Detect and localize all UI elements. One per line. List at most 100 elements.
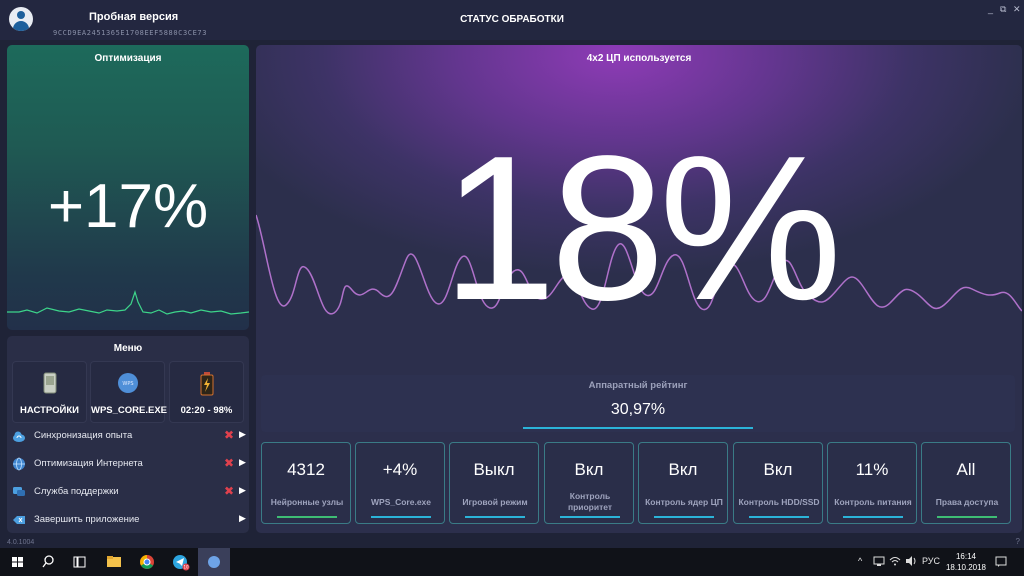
page-title: СТАТУС ОБРАБОТКИ — [460, 14, 564, 25]
battery-icon — [200, 372, 213, 396]
card-value: All — [956, 460, 976, 479]
menu-item-support-label: Служба поддержки — [34, 486, 119, 497]
menu-item-sync[interactable]: Синхронизация опыта ✖ ▶ — [12, 427, 247, 447]
hardware-rating: Аппаратный рейтинг 30,97% — [261, 375, 1015, 432]
card-label: Контроль HDD/SSD — [738, 496, 820, 507]
optimization-value: +17% — [47, 172, 209, 241]
app-taskbar-icon — [208, 556, 220, 568]
license-id: 9CCD9EA2451365E1708EEF5880C3CE73 — [53, 29, 208, 37]
menu-panel: Меню НАСТРОЙКИ WPS WPS_CORE.EXE 02:20 - … — [7, 336, 249, 533]
optimization-title: Оптимизация — [94, 53, 162, 64]
card-label: Нейронные узлы — [270, 496, 344, 507]
wps-core-tile-label: WPS_CORE.EXE — [91, 405, 168, 416]
hardware-rating-bar — [523, 427, 753, 429]
card-indicator-bar — [654, 516, 714, 518]
battery-tile[interactable]: 02:20 - 98% — [169, 361, 244, 423]
globe-icon — [13, 457, 25, 471]
wps-core-icon: WPS — [117, 373, 138, 393]
card-label: Игровой режим — [462, 496, 528, 507]
telegram-icon[interactable]: 10 — [165, 548, 195, 576]
hardware-rating-label: Аппаратный рейтинг — [588, 380, 688, 391]
exit-icon — [13, 516, 25, 524]
network-icon[interactable] — [873, 555, 885, 567]
card-game-mode[interactable]: Выкл Игровой режим — [449, 442, 539, 524]
close-button[interactable]: ✕ — [1013, 4, 1021, 15]
chrome-icon[interactable] — [132, 548, 162, 576]
card-value: 11% — [855, 460, 889, 479]
wps-core-tile[interactable]: WPS WPS_CORE.EXE — [90, 361, 168, 423]
card-value: Вкл — [574, 460, 604, 479]
chevron-right-icon: ▶ — [239, 429, 246, 439]
wifi-icon[interactable] — [889, 555, 901, 567]
card-power-control[interactable]: 11% Контроль питания — [827, 442, 917, 524]
svg-text:WPS: WPS — [122, 381, 133, 387]
telegram-badge: 10 — [183, 565, 189, 570]
card-priority-control[interactable]: Вкл Контроль приоритет — [544, 442, 634, 524]
windows-start-icon[interactable] — [2, 548, 32, 576]
file-explorer-icon[interactable] — [99, 548, 129, 576]
card-indicator-bar — [843, 516, 903, 518]
card-indicator-bar — [749, 516, 809, 518]
notifications-icon[interactable] — [995, 556, 1007, 568]
menu-item-exit[interactable]: Завершить приложение ▶ — [12, 511, 247, 531]
card-wps-core[interactable]: +4% WPS_Core.exe — [355, 442, 445, 524]
card-label: Контроль ядер ЦП — [645, 496, 723, 507]
card-access-rights[interactable]: All Права доступа — [921, 442, 1011, 524]
card-cpu-core-control[interactable]: Вкл Контроль ядер ЦП — [638, 442, 728, 524]
card-indicator-bar — [465, 516, 525, 518]
chevron-right-icon: ▶ — [239, 513, 246, 523]
chevron-right-icon: ▶ — [239, 457, 246, 467]
card-indicator-bar — [371, 516, 431, 518]
battery-tile-label: 02:20 - 98% — [180, 405, 233, 416]
tray-overflow-icon[interactable]: ^ — [858, 556, 862, 566]
cpu-usage-value: 18% — [441, 113, 842, 343]
cpu-usage-title: 4x2 ЦП используется — [586, 53, 692, 64]
hardware-rating-value: 30,97% — [610, 401, 666, 418]
title-bar: Пробная версия 9CCD9EA2451365E1708EEF588… — [0, 0, 1024, 40]
device-settings-icon — [43, 372, 56, 394]
language-indicator[interactable]: РУС — [922, 556, 940, 566]
card-value: Вкл — [763, 460, 793, 479]
menu-item-internet[interactable]: Оптимизация Интернета ✖ ▶ — [12, 455, 247, 475]
card-value: +4% — [382, 460, 418, 479]
minimize-button[interactable]: _ — [988, 4, 993, 14]
task-view-icon[interactable] — [64, 548, 94, 576]
chat-icon — [13, 487, 25, 496]
menu-item-exit-label: Завершить приложение — [34, 514, 140, 525]
taskbar: 10 ^ РУС 16:14 18.10.2018 — [0, 548, 1024, 576]
clock-time: 16:14 — [955, 552, 977, 561]
card-indicator-bar — [937, 516, 997, 518]
card-value: Выкл — [473, 460, 515, 479]
menu-title: Меню — [113, 343, 143, 354]
cloud-sync-icon — [13, 431, 25, 442]
optimization-panel: Оптимизация +17% — [7, 45, 249, 330]
menu-item-sync-label: Синхронизация опыта — [34, 430, 133, 441]
app-version: 4.0.1004 — [7, 539, 35, 546]
chevron-right-icon: ▶ — [239, 485, 246, 495]
menu-item-internet-label: Оптимизация Интернета — [34, 458, 143, 469]
card-indicator-bar — [277, 516, 337, 518]
search-icon[interactable] — [33, 548, 63, 576]
card-label: Права доступа — [935, 496, 999, 507]
card-value: Вкл — [668, 460, 698, 479]
optimization-sparkline — [7, 290, 249, 315]
clock-date: 18.10.2018 — [945, 563, 987, 572]
card-label: WPS_Core.exe — [371, 496, 431, 507]
taskbar-clock[interactable]: 16:14 18.10.2018 — [944, 551, 988, 573]
card-indicator-bar — [560, 516, 620, 518]
disabled-x-icon: ✖ — [224, 484, 235, 498]
active-app-taskbar-button[interactable] — [198, 548, 230, 576]
volume-icon[interactable] — [905, 555, 917, 567]
menu-item-support[interactable]: Служба поддержки ✖ ▶ — [12, 483, 247, 503]
card-neural-nodes[interactable]: 4312 Нейронные узлы — [261, 442, 351, 524]
settings-tile[interactable]: НАСТРОЙКИ — [12, 361, 87, 423]
settings-tile-label: НАСТРОЙКИ — [20, 405, 79, 416]
help-button[interactable]: ? — [1016, 537, 1020, 546]
restore-button[interactable]: ⧉ — [1000, 4, 1006, 15]
card-hdd-ssd-control[interactable]: Вкл Контроль HDD/SSD — [733, 442, 823, 524]
card-label: Контроль приоритет — [567, 491, 613, 512]
cpu-usage-panel: 4x2 ЦП используется 18% Аппаратный рейти… — [256, 45, 1022, 533]
card-value: 4312 — [287, 460, 325, 479]
card-label: Контроль питания — [834, 496, 912, 507]
disabled-x-icon: ✖ — [224, 456, 235, 470]
